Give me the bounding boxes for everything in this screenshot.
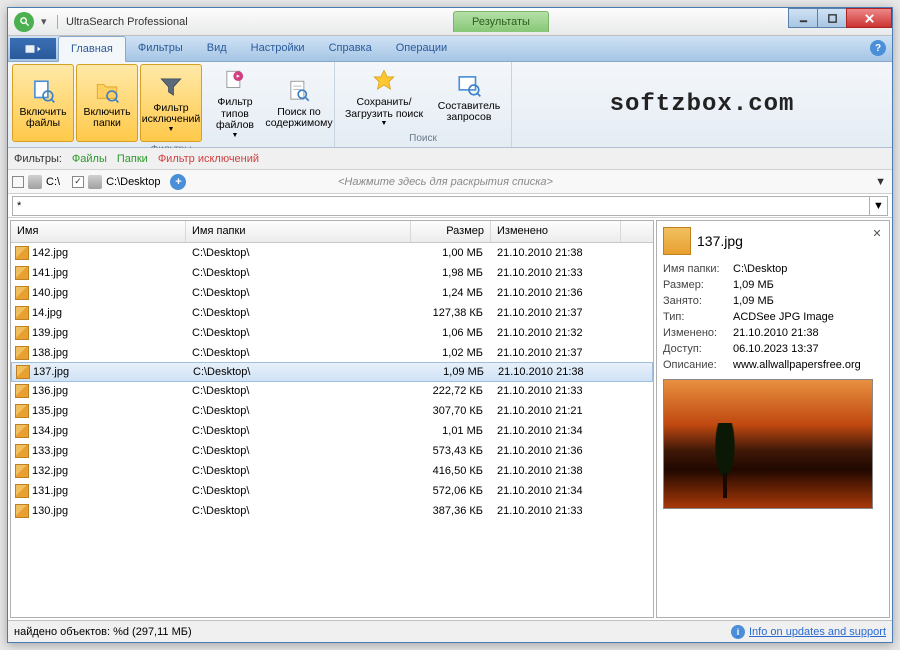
menu-tab-1[interactable]: Фильтры	[126, 36, 195, 61]
file-icon	[15, 306, 29, 320]
file-icon	[15, 266, 29, 280]
close-button[interactable]	[846, 8, 892, 28]
file-icon	[15, 286, 29, 300]
preview-image	[663, 379, 873, 509]
table-row[interactable]: 142.jpgC:\Desktop\1,00 МБ21.10.2010 21:3…	[11, 243, 653, 263]
table-row[interactable]: 132.jpgC:\Desktop\416,50 КБ21.10.2010 21…	[11, 461, 653, 481]
col-size[interactable]: Размер	[411, 221, 491, 242]
path-bar: C:\ C:\Desktop + <Нажмите здесь для раск…	[8, 170, 892, 194]
search-input[interactable]	[12, 196, 870, 216]
preview-folder: C:\Desktop	[733, 263, 883, 275]
preview-thumb-icon	[663, 227, 691, 255]
info-link[interactable]: iInfo on updates and support	[731, 625, 886, 639]
qat-dropdown-icon[interactable]: ▾	[41, 15, 51, 28]
filetype-filter-button[interactable]: Фильтр типов файлов▼	[204, 64, 266, 142]
table-row[interactable]: 135.jpgC:\Desktop\307,70 КБ21.10.2010 21…	[11, 401, 653, 421]
results-list: Имя Имя папки Размер Изменено 142.jpgC:\…	[10, 220, 654, 618]
watermark-logo: softzbox.com	[512, 62, 892, 147]
file-menu-button[interactable]	[10, 38, 56, 59]
save-load-search-button[interactable]: Сохранить/ Загрузить поиск▼	[339, 64, 429, 131]
menu-tab-0[interactable]: Главная	[58, 36, 126, 62]
exclude-filter-button[interactable]: Фильтр исключений▼	[140, 64, 202, 142]
preview-type: ACDSee JPG Image	[733, 311, 883, 323]
filter-folders-link[interactable]: Папки	[117, 153, 148, 165]
status-found: найдено объектов: %d (297,11 МБ)	[14, 626, 192, 638]
table-row[interactable]: 134.jpgC:\Desktop\1,01 МБ21.10.2010 21:3…	[11, 421, 653, 441]
table-row[interactable]: 133.jpgC:\Desktop\573,43 КБ21.10.2010 21…	[11, 441, 653, 461]
filter-label: Фильтры:	[14, 153, 62, 165]
file-icon	[15, 346, 29, 360]
menu-tab-3[interactable]: Настройки	[239, 36, 317, 61]
include-files-button[interactable]: Включить файлы	[12, 64, 74, 142]
menu-bar: ГлавнаяФильтрыВидНастройкиСправкаОпераци…	[8, 36, 892, 62]
file-icon	[15, 444, 29, 458]
drive1-label: C:\	[46, 176, 60, 188]
col-modified[interactable]: Изменено	[491, 221, 621, 242]
table-row[interactable]: 138.jpgC:\Desktop\1,02 МБ21.10.2010 21:3…	[11, 343, 653, 363]
file-icon	[15, 326, 29, 340]
preview-pane: ✕ 137.jpg Имя папки:C:\Desktop Размер:1,…	[656, 220, 890, 618]
window-title: UltraSearch Professional	[66, 16, 188, 28]
table-row[interactable]: 130.jpgC:\Desktop\387,36 КБ21.10.2010 21…	[11, 501, 653, 521]
preview-access: 06.10.2023 13:37	[733, 343, 883, 355]
ribbon-group-search-label: Поиск	[339, 131, 507, 146]
table-row[interactable]: 139.jpgC:\Desktop\1,06 МБ21.10.2010 21:3…	[11, 323, 653, 343]
table-row[interactable]: 136.jpgC:\Desktop\222,72 КБ21.10.2010 21…	[11, 381, 653, 401]
table-row[interactable]: 140.jpgC:\Desktop\1,24 МБ21.10.2010 21:3…	[11, 283, 653, 303]
filter-files-link[interactable]: Файлы	[72, 153, 107, 165]
app-window: ▾ UltraSearch Professional Результаты Гл…	[7, 7, 893, 643]
help-icon[interactable]: ?	[870, 40, 886, 56]
query-builder-button[interactable]: Составитель запросов	[431, 64, 507, 131]
table-row[interactable]: 131.jpgC:\Desktop\572,06 КБ21.10.2010 21…	[11, 481, 653, 501]
table-row[interactable]: 141.jpgC:\Desktop\1,98 МБ21.10.2010 21:3…	[11, 263, 653, 283]
preview-modified: 21.10.2010 21:38	[733, 327, 883, 339]
search-dropdown-button[interactable]: ▼	[870, 196, 888, 216]
drive-icon	[28, 175, 42, 189]
list-header: Имя Имя папки Размер Изменено	[11, 221, 653, 243]
path-hint[interactable]: <Нажмите здесь для раскрытия списка>	[338, 176, 553, 188]
path-dropdown-icon[interactable]: ▼	[875, 176, 886, 188]
menu-tab-5[interactable]: Операции	[384, 36, 459, 61]
quick-search-icon[interactable]	[14, 12, 34, 32]
table-row[interactable]: 137.jpgC:\Desktop\1,09 МБ21.10.2010 21:3…	[11, 362, 653, 382]
drive2-checkbox[interactable]	[72, 176, 84, 188]
results-context-tab[interactable]: Результаты	[453, 11, 549, 32]
file-icon	[15, 404, 29, 418]
file-icon	[16, 365, 30, 379]
preview-desc: www.allwallpapersfree.org	[733, 359, 883, 371]
drive1-checkbox[interactable]	[12, 176, 24, 188]
menu-tab-4[interactable]: Справка	[317, 36, 384, 61]
drive-icon	[88, 175, 102, 189]
file-icon	[15, 246, 29, 260]
status-bar: найдено объектов: %d (297,11 МБ) iInfo o…	[8, 620, 892, 642]
file-icon	[15, 484, 29, 498]
preview-size: 1,09 МБ	[733, 279, 883, 291]
search-bar: ▼	[8, 194, 892, 218]
table-row[interactable]: 14.jpgC:\Desktop\127,38 КБ21.10.2010 21:…	[11, 303, 653, 323]
menu-tab-2[interactable]: Вид	[195, 36, 239, 61]
col-name[interactable]: Имя	[11, 221, 186, 242]
content-search-button[interactable]: Поиск по содержимому	[268, 64, 330, 142]
title-bar: ▾ UltraSearch Professional Результаты	[8, 8, 892, 36]
ribbon: Включить файлы Включить папки Фильтр иск…	[8, 62, 892, 148]
drive2-label: C:\Desktop	[106, 176, 160, 188]
file-icon	[15, 424, 29, 438]
file-icon	[15, 464, 29, 478]
preview-disk: 1,09 МБ	[733, 295, 883, 307]
minimize-button[interactable]	[788, 8, 818, 28]
info-icon: i	[731, 625, 745, 639]
include-folders-button[interactable]: Включить папки	[76, 64, 138, 142]
preview-filename: 137.jpg	[697, 233, 743, 249]
filter-bar: Фильтры: Файлы Папки Фильтр исключений	[8, 148, 892, 170]
filter-exclude-link[interactable]: Фильтр исключений	[158, 153, 259, 165]
file-icon	[15, 384, 29, 398]
add-path-button[interactable]: +	[170, 174, 186, 190]
preview-close-button[interactable]: ✕	[869, 225, 885, 241]
maximize-button[interactable]	[817, 8, 847, 28]
file-icon	[15, 504, 29, 518]
col-folder[interactable]: Имя папки	[186, 221, 411, 242]
